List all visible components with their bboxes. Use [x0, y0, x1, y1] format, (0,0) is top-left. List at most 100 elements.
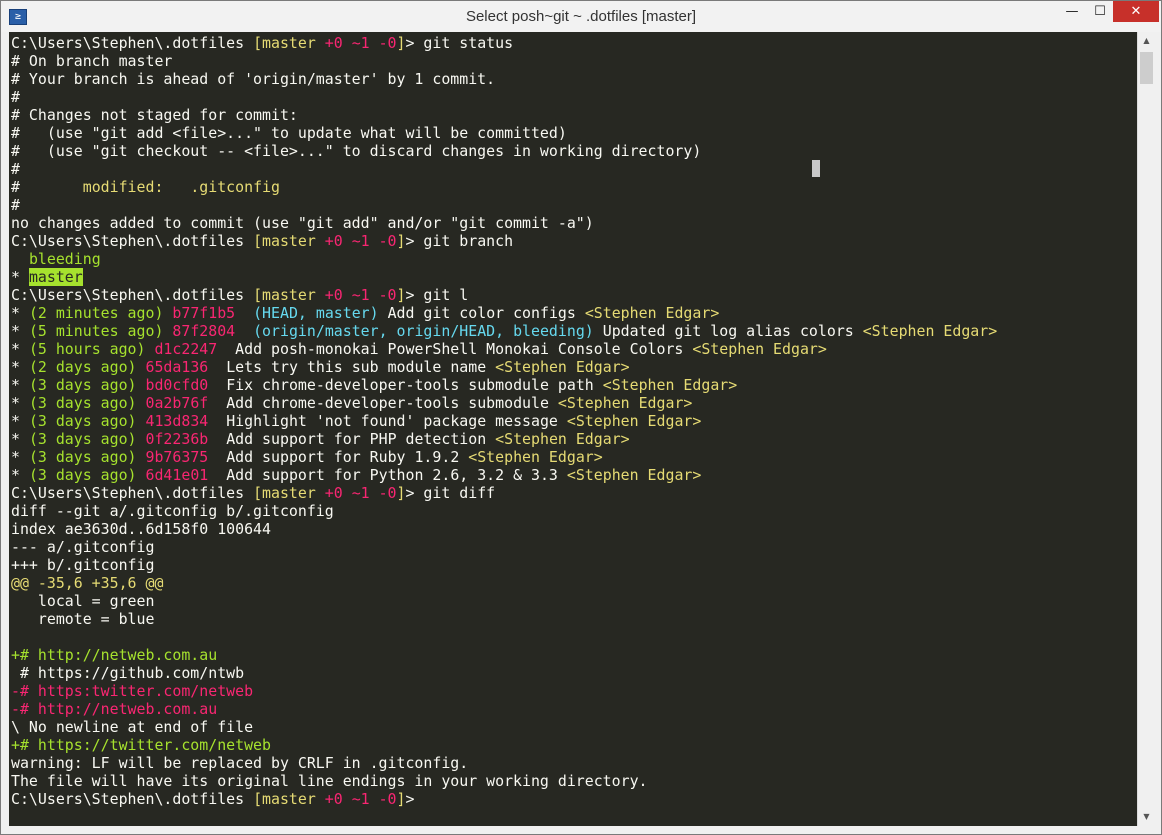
terminal-line: index ae3630d..6d158f0 100644	[11, 520, 997, 538]
terminal-line: * (5 hours ago) d1c2247 Add posh-monokai…	[11, 340, 997, 358]
terminal-text: [master	[253, 484, 325, 502]
terminal-line: * (3 days ago) 413d834 Highlight 'not fo…	[11, 412, 997, 430]
terminal-text: # https://github.com/ntwb	[11, 664, 245, 682]
terminal-text: Updated git log alias colors	[593, 322, 863, 340]
terminal-text: (3 days ago)	[28, 376, 137, 394]
terminal-text: ]	[396, 790, 406, 808]
scroll-down-arrow-icon[interactable]: ▼	[1138, 810, 1155, 824]
terminal-line: C:\Users\Stephen\.dotfiles [master +0 ~1…	[11, 34, 997, 52]
terminal-text: *	[11, 376, 29, 394]
terminal-text: (2 minutes ago)	[28, 304, 164, 322]
terminal-line: C:\Users\Stephen\.dotfiles [master +0 ~1…	[11, 286, 997, 304]
terminal-text: 9b76375	[145, 448, 209, 466]
terminal-text: remote = blue	[11, 610, 155, 628]
terminal-text: (5 hours ago)	[28, 340, 146, 358]
terminal-line: # On branch master	[11, 52, 997, 70]
terminal-text: 87f2804	[172, 322, 236, 340]
terminal-text: > git branch	[405, 232, 514, 250]
scroll-thumb[interactable]	[1140, 52, 1153, 84]
terminal-text: +0 ~1 -0	[324, 790, 397, 808]
terminal-text: *	[11, 430, 29, 448]
terminal-lines: C:\Users\Stephen\.dotfiles [master +0 ~1…	[11, 34, 997, 808]
terminal-text: d1c2247	[154, 340, 218, 358]
terminal-text: # (use "git checkout -- <file>..." to di…	[11, 142, 702, 160]
terminal-text: *	[11, 394, 29, 412]
terminal-text: (HEAD, master)	[253, 304, 379, 322]
terminal-text: ]	[396, 286, 406, 304]
terminal-line: # modified: .gitconfig	[11, 178, 997, 196]
terminal-text: (5 minutes ago)	[28, 322, 164, 340]
terminal-text: +# http://netweb.com.au	[11, 646, 218, 664]
close-button[interactable]: ✕	[1113, 1, 1159, 22]
terminal-text: The file will have its original line end…	[11, 772, 648, 790]
terminal-text: (3 days ago)	[28, 430, 137, 448]
terminal-text: *	[11, 358, 29, 376]
terminal-text: Fix chrome-developer-tools submodule pat…	[208, 376, 603, 394]
terminal-line: C:\Users\Stephen\.dotfiles [master +0 ~1…	[11, 232, 997, 250]
vertical-scrollbar[interactable]: ▲ ▼	[1137, 32, 1155, 826]
text-cursor	[812, 160, 820, 177]
terminal-text: > git l	[405, 286, 469, 304]
terminal-line: bleeding	[11, 250, 997, 268]
terminal-text: local = green	[11, 592, 155, 610]
terminal-line: * (2 minutes ago) b77f1b5 (HEAD, master)…	[11, 304, 997, 322]
title-bar[interactable]: ≥ Select posh~git ~ .dotfiles [master] —…	[1, 1, 1161, 32]
minimize-button[interactable]: —	[1057, 1, 1087, 22]
console-output[interactable]: C:\Users\Stephen\.dotfiles [master +0 ~1…	[9, 32, 1137, 826]
terminal-text: +++ b/.gitconfig	[11, 556, 155, 574]
terminal-text: (3 days ago)	[28, 412, 137, 430]
terminal-text: (2 days ago)	[28, 358, 137, 376]
terminal-text: # On branch master	[11, 52, 173, 70]
terminal-line: #	[11, 160, 997, 178]
terminal-line: --- a/.gitconfig	[11, 538, 997, 556]
maximize-button[interactable]: ☐	[1087, 1, 1113, 22]
terminal-text: *	[11, 412, 29, 430]
terminal-text: *	[11, 268, 29, 286]
terminal-text: no changes added to commit (use "git add…	[11, 214, 594, 232]
terminal-text: -# https:twitter.com/netweb	[11, 682, 254, 700]
terminal-line: +# https://twitter.com/netweb	[11, 736, 997, 754]
terminal-line: * (3 days ago) 0f2236b Add support for P…	[11, 430, 997, 448]
terminal-text: C:\Users\Stephen\.dotfiles	[11, 484, 254, 502]
terminal-text: [master	[253, 286, 325, 304]
terminal-text: Add support for Ruby 1.9.2	[208, 448, 469, 466]
terminal-line: -# http://netweb.com.au	[11, 700, 997, 718]
terminal-text: # (use "git add <file>..." to update wha…	[11, 124, 567, 142]
terminal-text: [master	[253, 232, 325, 250]
terminal-text: >	[405, 790, 415, 808]
terminal-text: *	[11, 322, 29, 340]
terminal-line: * (3 days ago) bd0cfd0 Fix chrome-develo…	[11, 376, 997, 394]
terminal-line: -# https:twitter.com/netweb	[11, 682, 997, 700]
terminal-text: <Stephen Edgar>	[557, 394, 693, 412]
terminal-text: *	[11, 340, 29, 358]
terminal-text: <Stephen Edgar>	[566, 412, 702, 430]
terminal-text: ]	[396, 484, 406, 502]
scroll-up-arrow-icon[interactable]: ▲	[1138, 34, 1155, 48]
terminal-line: * (3 days ago) 6d41e01 Add support for P…	[11, 466, 997, 484]
terminal-text: @@ -35,6 +35,6 @@	[11, 574, 164, 592]
terminal-text: bd0cfd0	[145, 376, 209, 394]
terminal-line: +# http://netweb.com.au	[11, 646, 997, 664]
terminal-line: # Changes not staged for commit:	[11, 106, 997, 124]
terminal-text: b77f1b5	[172, 304, 236, 322]
terminal-text: Add git color configs	[378, 304, 585, 322]
terminal-text: # Your branch is ahead of 'origin/master…	[11, 70, 496, 88]
terminal-line: +++ b/.gitconfig	[11, 556, 997, 574]
terminal-text: Add chrome-developer-tools submodule	[208, 394, 558, 412]
terminal-text: <Stephen Edgar>	[566, 466, 702, 484]
terminal-text: (origin/master, origin/HEAD, bleeding)	[253, 322, 594, 340]
terminal-text: -# http://netweb.com.au	[11, 700, 218, 718]
terminal-line: * (3 days ago) 9b76375 Add support for R…	[11, 448, 997, 466]
terminal-line: * (3 days ago) 0a2b76f Add chrome-develo…	[11, 394, 997, 412]
terminal-line: # (use "git checkout -- <file>..." to di…	[11, 142, 997, 160]
terminal-text: 65da136	[145, 358, 209, 376]
terminal-text: Lets try this sub module name	[208, 358, 496, 376]
terminal-text: ]	[396, 232, 406, 250]
terminal-text: ]	[396, 34, 406, 52]
